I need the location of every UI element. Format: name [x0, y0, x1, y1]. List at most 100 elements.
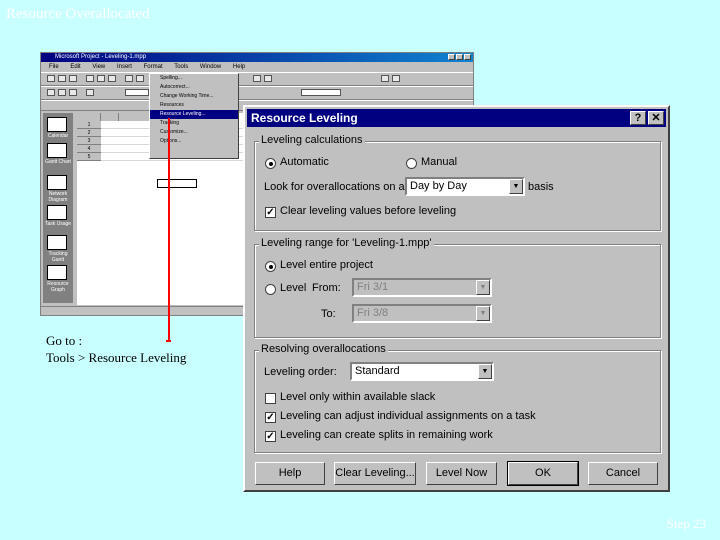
chevron-down-icon[interactable]: ▼: [476, 306, 490, 321]
level-range-radio[interactable]: [265, 284, 276, 295]
menu-item-resources[interactable]: Resources: [150, 101, 238, 110]
leveling-order-label: Leveling order:: [264, 366, 337, 378]
leveling-calculations-label: Leveling calculations: [259, 134, 365, 146]
menu-item-tracking[interactable]: Tracking: [150, 119, 238, 128]
font-box[interactable]: [125, 89, 149, 96]
task-usage-view-icon[interactable]: [47, 205, 67, 220]
indent-icon[interactable]: [58, 89, 66, 96]
clear-values-label: Clear leveling values before leveling: [280, 205, 457, 217]
menu-window[interactable]: Window: [200, 64, 221, 70]
menu-tools[interactable]: Tools: [174, 64, 188, 70]
basis-value: Day by Day: [410, 180, 467, 192]
unlink-icon[interactable]: [264, 75, 272, 82]
zoom-out-icon[interactable]: [392, 75, 400, 82]
close-icon[interactable]: ✕: [648, 111, 664, 125]
menu-item-resource-leveling[interactable]: Resource Leveling...: [150, 110, 238, 119]
project-menu-bar: File Edit View Insert Format Tools Windo…: [41, 62, 473, 72]
clear-values-checkbox[interactable]: ✓: [265, 207, 276, 218]
menu-item-autocorrect[interactable]: Autocorrect...: [150, 83, 238, 92]
selected-cell[interactable]: [157, 179, 197, 188]
cancel-button[interactable]: Cancel: [588, 462, 658, 485]
ok-button[interactable]: OK: [507, 461, 579, 486]
close-icon[interactable]: [464, 54, 471, 60]
project-title: Microsoft Project - Leveling-1.mpp: [55, 54, 147, 60]
spelling-icon[interactable]: [108, 75, 116, 82]
minimize-icon[interactable]: [448, 54, 455, 60]
automatic-radio[interactable]: [265, 158, 276, 169]
basis-label: basis: [528, 181, 554, 193]
leveling-range-group: Leveling range for 'Leveling-1.mpp' Leve…: [254, 237, 661, 338]
chevron-down-icon[interactable]: ▼: [478, 364, 492, 379]
menu-item-working-time[interactable]: Change Working Time...: [150, 92, 238, 101]
grid-header-indicators: [101, 113, 119, 121]
level-range-label: Level: [280, 282, 307, 294]
tools-menu: Spelling... Autocorrect... Change Workin…: [149, 73, 239, 159]
basis-select[interactable]: Day by Day ▼: [405, 177, 525, 196]
preview-icon[interactable]: [97, 75, 105, 82]
copy-icon[interactable]: [136, 75, 144, 82]
chevron-down-icon[interactable]: ▼: [476, 280, 490, 295]
create-splits-checkbox[interactable]: ✓: [265, 431, 276, 442]
help-icon[interactable]: ?: [630, 111, 646, 125]
show-subtasks-icon[interactable]: [69, 89, 77, 96]
resource-leveling-dialog: Resource Leveling ? ✕ Leveling calculati…: [243, 105, 670, 492]
network-view-icon[interactable]: [47, 175, 67, 190]
calendar-view-icon[interactable]: [47, 117, 67, 132]
level-entire-label: Level entire project: [280, 259, 373, 271]
outdent-icon[interactable]: [47, 89, 55, 96]
level-entire-radio[interactable]: [265, 261, 276, 272]
maximize-icon[interactable]: [456, 54, 463, 60]
chevron-down-icon[interactable]: ▼: [509, 179, 523, 194]
formatting-toolbar: [41, 86, 473, 100]
filter-box[interactable]: [301, 89, 341, 96]
menu-item-options[interactable]: Options...: [150, 137, 238, 146]
clear-leveling-button[interactable]: Clear Leveling...: [334, 462, 416, 485]
row-number: 2: [77, 129, 101, 137]
menu-file[interactable]: File: [49, 64, 59, 70]
from-date-select[interactable]: Fri 3/1 ▼: [352, 278, 492, 297]
callout-pointer-line: [166, 118, 171, 342]
leveling-order-select[interactable]: Standard ▼: [350, 362, 494, 381]
save-icon[interactable]: [69, 75, 77, 82]
row-number: 5: [77, 153, 101, 161]
new-icon[interactable]: [47, 75, 55, 82]
menu-edit[interactable]: Edit: [70, 64, 80, 70]
within-slack-checkbox[interactable]: [265, 393, 276, 404]
from-label: From:: [312, 282, 341, 294]
menu-insert[interactable]: Insert: [117, 64, 132, 70]
print-icon[interactable]: [86, 75, 94, 82]
from-date-value: Fri 3/1: [357, 281, 389, 293]
view-calendar-label: Calendar: [47, 133, 69, 139]
instruction-text: Go to : Tools > Resource Leveling: [46, 332, 186, 366]
menu-format[interactable]: Format: [144, 64, 163, 70]
row-number: 4: [77, 145, 101, 153]
menu-help[interactable]: Help: [233, 64, 245, 70]
cut-icon[interactable]: [125, 75, 133, 82]
slide-title: Resource Overallocated: [6, 6, 150, 22]
adjust-assignments-label: Leveling can adjust individual assignmen…: [280, 410, 536, 422]
to-date-value: Fri 3/8: [357, 307, 389, 319]
to-label: To:: [321, 308, 336, 320]
resolving-overallocations-group: Resolving overallocations Leveling order…: [254, 343, 661, 453]
link-icon[interactable]: [253, 75, 261, 82]
zoom-in-icon[interactable]: [381, 75, 389, 82]
manual-radio[interactable]: [406, 158, 417, 169]
view-gantt-label: Gantt Chart: [45, 159, 71, 165]
adjust-assignments-checkbox[interactable]: ✓: [265, 412, 276, 423]
leveling-order-value: Standard: [355, 365, 400, 377]
tracking-gantt-view-icon[interactable]: [47, 235, 67, 250]
leveling-range-label: Leveling range for 'Leveling-1.mpp': [259, 237, 434, 249]
hide-subtasks-icon[interactable]: [86, 89, 94, 96]
view-tracking-gantt-label: Tracking Gantt: [48, 251, 68, 263]
open-icon[interactable]: [58, 75, 66, 82]
gantt-view-icon[interactable]: [47, 143, 67, 158]
resource-graph-view-icon[interactable]: [47, 265, 67, 280]
level-now-button[interactable]: Level Now: [426, 462, 497, 485]
project-title-bar: Microsoft Project - Leveling-1.mpp: [41, 53, 473, 62]
menu-item-customize[interactable]: Customize...: [150, 128, 238, 137]
view-network-label: Network Diagram: [48, 191, 68, 203]
menu-view[interactable]: View: [92, 64, 105, 70]
help-button[interactable]: Help: [255, 462, 325, 485]
menu-item-spelling[interactable]: Spelling...: [150, 74, 238, 83]
to-date-select[interactable]: Fri 3/8 ▼: [352, 304, 492, 323]
